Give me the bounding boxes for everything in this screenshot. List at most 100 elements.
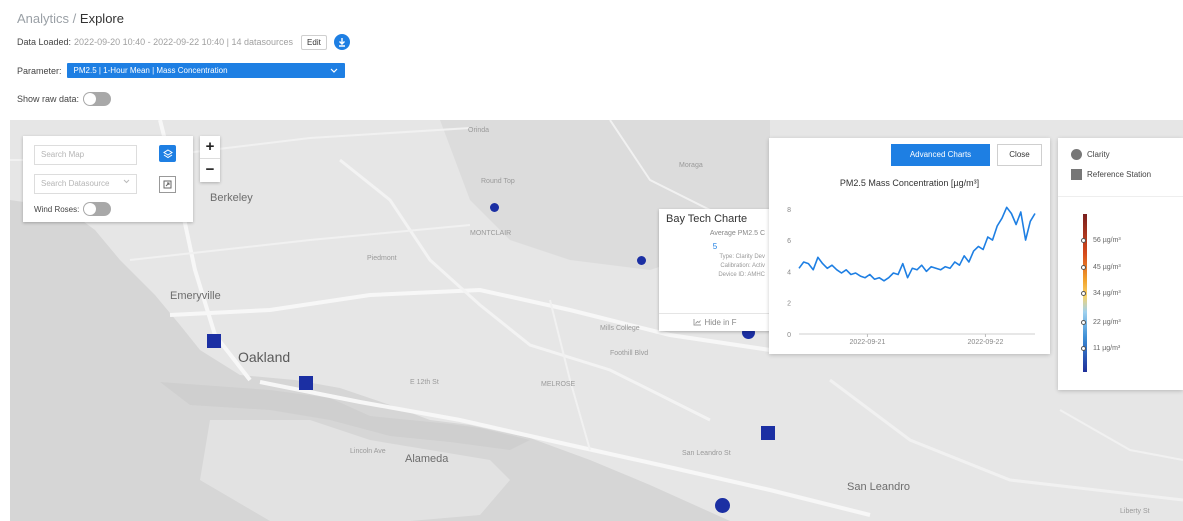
search-map-input[interactable]: Search Map (34, 145, 137, 165)
edit-button[interactable]: Edit (301, 34, 327, 50)
map-label-berkeley: Berkeley (210, 192, 253, 204)
map-label-foothill-blvd: Foothill Blvd (610, 350, 649, 357)
layers-button[interactable] (159, 145, 176, 162)
y-tick-label: 4 (787, 269, 791, 276)
map-label-moraga: Moraga (679, 162, 703, 169)
clarity-sensor-marker[interactable] (637, 256, 646, 265)
y-tick-label: 2 (787, 301, 791, 308)
scale-tick-label: 11 µg/m³ (1093, 345, 1121, 352)
reference-station-marker[interactable] (761, 426, 775, 440)
layers-icon (162, 148, 173, 158)
scale-tick-dot (1081, 265, 1086, 270)
data-loaded-value: 2022-09-20 10:40 - 2022-09-22 10:40 | 14… (74, 37, 294, 47)
chart-icon (694, 319, 702, 326)
zoom-in-button[interactable]: + (200, 136, 220, 159)
download-button[interactable] (333, 34, 350, 50)
reference-station-marker[interactable] (207, 334, 221, 348)
map-label-montclair: MONTCLAIR (470, 230, 512, 237)
breadcrumb-explore: Explore (79, 11, 124, 26)
chevron-down-icon (123, 179, 130, 184)
search-datasource-input[interactable]: Search Datasource (34, 174, 137, 194)
wind-roses-toggle[interactable] (83, 202, 112, 216)
x-tick-label: 2022-09-22 (968, 339, 1004, 346)
clarity-sensor-marker[interactable] (490, 203, 499, 212)
breadcrumb-analytics[interactable]: Analytics (17, 11, 69, 26)
data-loaded-label: Data Loaded: (17, 37, 72, 47)
scale-tick-label: 34 µg/m³ (1093, 290, 1121, 297)
search-datasource-placeholder: Search Datasource (41, 179, 110, 188)
chart-svg: 0 2 4 6 8 2022-09-21 2022-09-22 (787, 206, 1036, 346)
hide-in-label: Hide in F (704, 318, 737, 327)
raw-data-row: Show raw data: (17, 92, 112, 106)
map-label-piedmont: Piedmont (367, 255, 397, 262)
scale-tick-label: 45 µg/m³ (1093, 264, 1121, 271)
reference-station-marker[interactable] (299, 376, 313, 390)
popup-average-label: Average PM2.5 C (709, 230, 765, 237)
popup-type: Type: Clarity Dev (719, 254, 765, 260)
download-icon (338, 38, 345, 47)
zoom-out-button[interactable]: − (200, 159, 220, 182)
scale-tick-label: 22 µg/m³ (1093, 319, 1121, 326)
scale-tick: 45 µg/m³ (1081, 264, 1121, 271)
toggle-knob (84, 203, 97, 215)
x-tick-label: 2022-09-21 (850, 339, 886, 346)
map-label-mills-college: Mills College (600, 325, 640, 332)
datasource-popup: Bay Tech Charte Average PM2.5 C 5 Type: … (659, 209, 771, 331)
map-search-panel: Search Map Search Datasource Wind Roses: (23, 136, 193, 222)
legend-item-clarity: Clarity (1071, 149, 1110, 160)
road-local-3 (549, 299, 591, 451)
expand-button[interactable] (159, 176, 176, 193)
popup-title: Bay Tech Charte (666, 213, 748, 225)
legend-panel: Clarity Reference Station 56 µg/m³ 45 µg… (1058, 138, 1183, 390)
breadcrumb: Analytics / Explore (17, 11, 124, 26)
scale-tick: 11 µg/m³ (1081, 345, 1121, 352)
map-label-melrose: MELROSE (541, 381, 576, 388)
scale-tick: 34 µg/m³ (1081, 290, 1121, 297)
circle-icon (1071, 149, 1082, 160)
y-tick-label: 8 (787, 207, 791, 214)
popup-device-id: Device ID: AMHC (718, 272, 765, 278)
series-line (798, 206, 1036, 282)
scale-tick-dot (1081, 346, 1086, 351)
expand-icon (163, 180, 172, 189)
raw-data-toggle[interactable] (83, 92, 112, 106)
map-label-e12th: E 12th St (410, 379, 439, 386)
road-local-6 (1059, 409, 1183, 461)
map-label-alameda: Alameda (405, 453, 449, 465)
top-bar: Analytics / Explore Data Loaded: 2022-09… (0, 0, 1183, 120)
legend-item-reference-station: Reference Station (1071, 169, 1151, 180)
scale-tick-label: 56 µg/m³ (1093, 237, 1121, 244)
square-icon (1071, 169, 1082, 180)
data-loaded-row: Data Loaded: 2022-09-20 10:40 - 2022-09-… (17, 34, 350, 50)
map-label-round-top: Round Top (481, 178, 515, 185)
map-label-liberty-st: Liberty St (1120, 508, 1150, 515)
chart-panel: Advanced Charts Close PM2.5 Mass Concent… (769, 138, 1050, 354)
map-label-lincoln-ave: Lincoln Ave (350, 448, 386, 455)
wind-roses-label: Wind Roses: (34, 204, 80, 214)
map-label-emeryville: Emeryville (170, 290, 221, 302)
scale-tick-dot (1081, 320, 1086, 325)
breadcrumb-separator: / (72, 11, 77, 26)
legend-divider (1058, 196, 1183, 197)
wind-roses-row: Wind Roses: (34, 202, 112, 216)
y-tick-label: 0 (787, 332, 791, 339)
parameter-select[interactable]: PM2.5 | 1-Hour Mean | Mass Concentration (66, 63, 345, 78)
scale-tick: 56 µg/m³ (1081, 237, 1121, 244)
clarity-sensor-marker[interactable] (715, 498, 730, 513)
hide-in-button[interactable]: Hide in F (659, 313, 771, 331)
popup-value: 5 (712, 242, 718, 251)
map-label-orinda: Orinda (468, 127, 490, 134)
map-label-oakland: Oakland (238, 349, 291, 365)
zoom-control: + − (200, 136, 220, 182)
scale-tick-dot (1081, 238, 1086, 243)
legend-label: Clarity (1087, 150, 1110, 159)
raw-data-label: Show raw data: (17, 94, 80, 104)
scale-tick: 22 µg/m³ (1081, 319, 1121, 326)
chevron-down-icon (330, 68, 337, 73)
map-label-san-leandro: San Leandro (847, 481, 910, 493)
parameter-label: Parameter: (17, 65, 62, 76)
toggle-knob (84, 93, 97, 105)
popup-calibration: Calibration: Activ (720, 263, 765, 269)
parameter-row: Parameter: PM2.5 | 1-Hour Mean | Mass Co… (17, 63, 345, 78)
legend-label: Reference Station (1087, 170, 1152, 179)
